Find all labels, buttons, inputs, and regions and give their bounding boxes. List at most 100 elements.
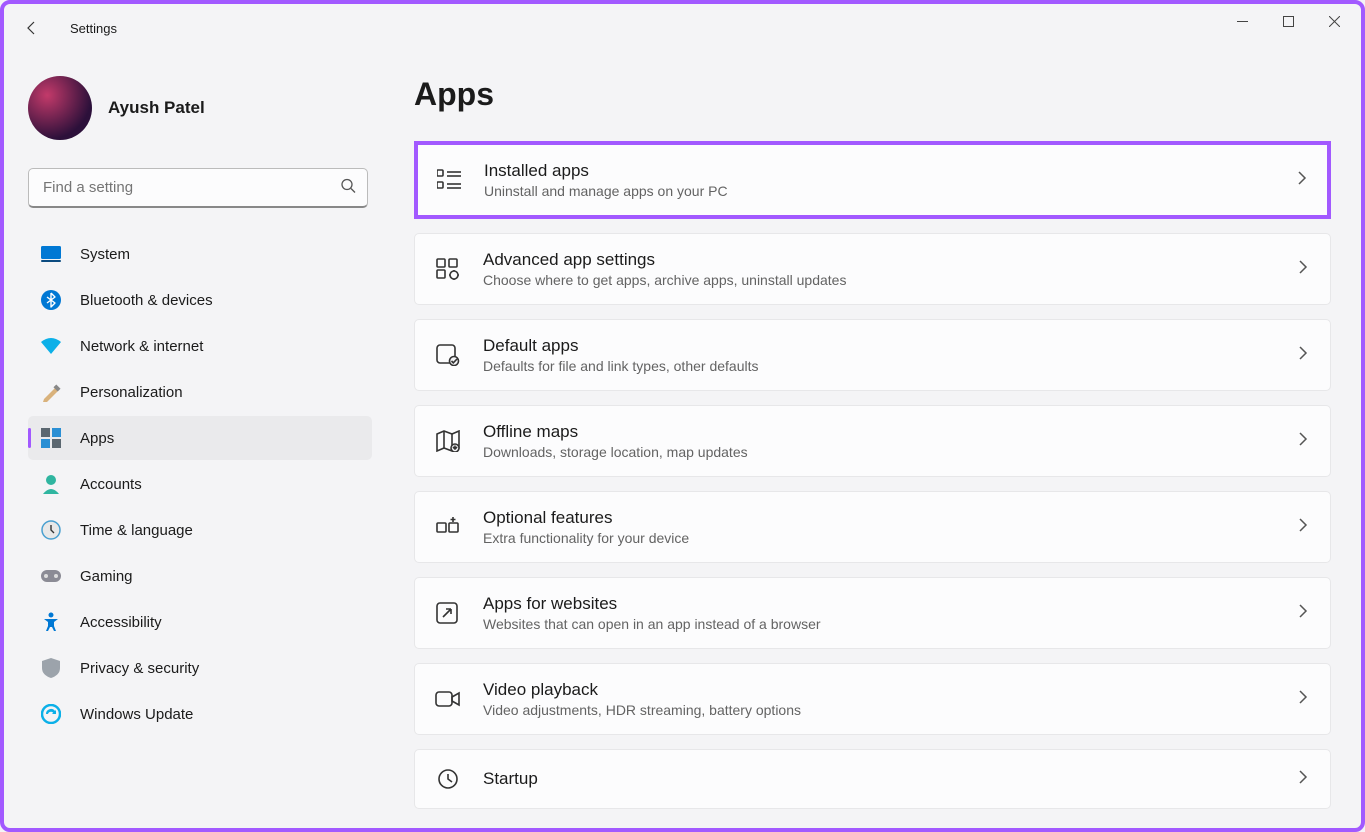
card-apps-for-websites[interactable]: Apps for websites Websites that can open… <box>414 577 1331 649</box>
search-input[interactable] <box>28 168 368 208</box>
network-icon <box>40 335 62 357</box>
card-subtitle: Defaults for file and link types, other … <box>483 358 1296 374</box>
sidebar-item-bluetooth[interactable]: Bluetooth & devices <box>28 278 372 322</box>
card-text: Advanced app settings Choose where to ge… <box>483 250 1296 288</box>
card-subtitle: Choose where to get apps, archive apps, … <box>483 272 1296 288</box>
card-title: Default apps <box>483 336 1296 356</box>
sidebar-item-privacy[interactable]: Privacy & security <box>28 646 372 690</box>
optional-features-icon <box>435 514 461 540</box>
card-video-playback[interactable]: Video playback Video adjustments, HDR st… <box>414 663 1331 735</box>
accounts-icon <box>40 473 62 495</box>
back-button[interactable] <box>12 8 52 48</box>
card-subtitle: Websites that can open in an app instead… <box>483 616 1296 632</box>
card-title: Video playback <box>483 680 1296 700</box>
video-icon <box>435 686 461 712</box>
card-text: Optional features Extra functionality fo… <box>483 508 1296 546</box>
card-subtitle: Uninstall and manage apps on your PC <box>484 183 1295 199</box>
card-advanced-app-settings[interactable]: Advanced app settings Choose where to ge… <box>414 233 1331 305</box>
maximize-button[interactable] <box>1265 4 1311 38</box>
chevron-right-icon <box>1296 690 1310 709</box>
card-title: Offline maps <box>483 422 1296 442</box>
minimize-button[interactable] <box>1219 4 1265 38</box>
card-title: Advanced app settings <box>483 250 1296 270</box>
card-text: Default apps Defaults for file and link … <box>483 336 1296 374</box>
sidebar-item-label: Accessibility <box>80 614 162 631</box>
profile-block[interactable]: Ayush Patel <box>28 76 384 140</box>
sidebar-item-apps[interactable]: Apps <box>28 416 372 460</box>
nav: System Bluetooth & devices Network & int… <box>28 232 384 736</box>
chevron-right-icon <box>1296 604 1310 623</box>
sidebar-item-label: Accounts <box>80 476 142 493</box>
user-name: Ayush Patel <box>108 98 205 118</box>
sidebar-item-label: Network & internet <box>80 338 203 355</box>
sidebar-item-label: Bluetooth & devices <box>80 292 213 309</box>
page-title: Apps <box>414 76 1331 113</box>
card-text: Video playback Video adjustments, HDR st… <box>483 680 1296 718</box>
installed-apps-icon <box>436 167 462 193</box>
card-subtitle: Video adjustments, HDR streaming, batter… <box>483 702 1296 718</box>
card-offline-maps[interactable]: Offline maps Downloads, storage location… <box>414 405 1331 477</box>
sidebar-item-personalization[interactable]: Personalization <box>28 370 372 414</box>
sidebar-item-gaming[interactable]: Gaming <box>28 554 372 598</box>
main-content: Apps Installed apps Uninstall and manage… <box>384 52 1361 828</box>
sidebar-item-accounts[interactable]: Accounts <box>28 462 372 506</box>
chevron-right-icon <box>1296 770 1310 789</box>
card-default-apps[interactable]: Default apps Defaults for file and link … <box>414 319 1331 391</box>
search-wrap <box>28 168 368 208</box>
update-icon <box>40 703 62 725</box>
search-icon <box>340 178 356 199</box>
sidebar-item-label: Privacy & security <box>80 660 199 677</box>
sidebar-item-label: Windows Update <box>80 706 193 723</box>
card-title: Installed apps <box>484 161 1295 181</box>
chevron-right-icon <box>1296 432 1310 451</box>
advanced-settings-icon <box>435 256 461 282</box>
card-text: Apps for websites Websites that can open… <box>483 594 1296 632</box>
maps-icon <box>435 428 461 454</box>
sidebar: Ayush Patel System Bluetooth & devices N… <box>4 52 384 828</box>
privacy-icon <box>40 657 62 679</box>
sidebar-item-accessibility[interactable]: Accessibility <box>28 600 372 644</box>
chevron-right-icon <box>1296 260 1310 279</box>
card-text: Startup <box>483 769 1296 789</box>
bluetooth-icon <box>40 289 62 311</box>
card-optional-features[interactable]: Optional features Extra functionality fo… <box>414 491 1331 563</box>
sidebar-item-label: System <box>80 246 130 263</box>
avatar <box>28 76 92 140</box>
sidebar-item-network[interactable]: Network & internet <box>28 324 372 368</box>
card-text: Installed apps Uninstall and manage apps… <box>484 161 1295 199</box>
titlebar: Settings <box>4 4 1361 52</box>
sidebar-item-label: Personalization <box>80 384 183 401</box>
sidebar-item-windows-update[interactable]: Windows Update <box>28 692 372 736</box>
startup-icon <box>435 766 461 792</box>
card-title: Optional features <box>483 508 1296 528</box>
sidebar-item-label: Apps <box>80 430 114 447</box>
apps-websites-icon <box>435 600 461 626</box>
sidebar-item-time-language[interactable]: Time & language <box>28 508 372 552</box>
card-startup[interactable]: Startup <box>414 749 1331 809</box>
time-icon <box>40 519 62 541</box>
card-title: Apps for websites <box>483 594 1296 614</box>
personalization-icon <box>40 381 62 403</box>
minimize-icon <box>1237 16 1248 27</box>
card-title: Startup <box>483 769 1296 789</box>
maximize-icon <box>1283 16 1294 27</box>
card-subtitle: Extra functionality for your device <box>483 530 1296 546</box>
apps-icon <box>40 427 62 449</box>
chevron-right-icon <box>1295 171 1309 190</box>
card-subtitle: Downloads, storage location, map updates <box>483 444 1296 460</box>
default-apps-icon <box>435 342 461 368</box>
window-controls <box>1219 4 1357 38</box>
card-text: Offline maps Downloads, storage location… <box>483 422 1296 460</box>
sidebar-item-label: Gaming <box>80 568 133 585</box>
sidebar-item-system[interactable]: System <box>28 232 372 276</box>
sidebar-item-label: Time & language <box>80 522 193 539</box>
close-icon <box>1329 16 1340 27</box>
chevron-right-icon <box>1296 518 1310 537</box>
close-button[interactable] <box>1311 4 1357 38</box>
window-title: Settings <box>70 21 117 36</box>
arrow-left-icon <box>24 20 40 36</box>
system-icon <box>40 243 62 265</box>
gaming-icon <box>40 565 62 587</box>
card-installed-apps[interactable]: Installed apps Uninstall and manage apps… <box>414 141 1331 219</box>
accessibility-icon <box>40 611 62 633</box>
